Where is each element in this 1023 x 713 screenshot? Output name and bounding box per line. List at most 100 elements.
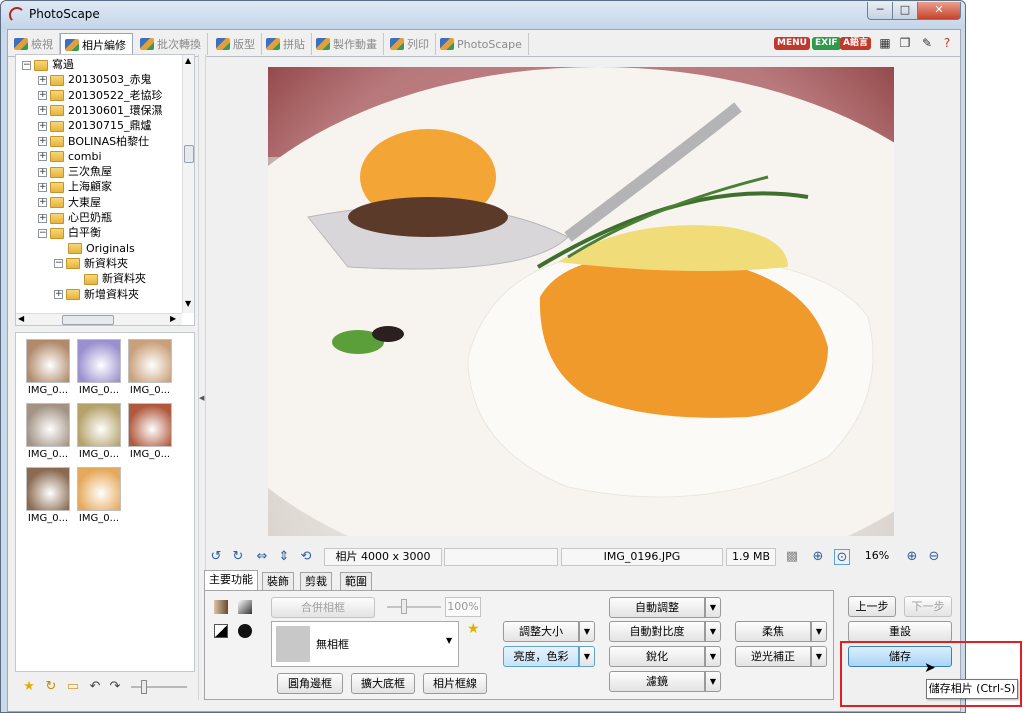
minimize-button[interactable]: ─ bbox=[867, 2, 893, 20]
actual-size-icon[interactable]: ⊕ bbox=[810, 549, 826, 565]
expand-icon[interactable]: + bbox=[38, 75, 47, 85]
tree-item[interactable]: +20130715_鼎爐 bbox=[38, 118, 152, 133]
scroll-down-icon[interactable]: ▼ bbox=[185, 299, 191, 308]
auto-contrast-button[interactable]: 自動對比度 bbox=[609, 621, 705, 642]
collapse-icon[interactable]: − bbox=[38, 228, 47, 238]
expand-icon[interactable]: + bbox=[38, 152, 47, 162]
rotate-right-icon[interactable]: ↻ bbox=[230, 549, 246, 565]
scroll-up-icon[interactable]: ▲ bbox=[185, 56, 191, 65]
tab-viewer[interactable]: 檢視 bbox=[10, 33, 60, 55]
tab-combine[interactable]: 拼貼 bbox=[262, 33, 312, 55]
thumbnail-item[interactable]: IMG_0... bbox=[75, 337, 123, 399]
tree-item[interactable]: + BOLINAS柏黎仕 bbox=[38, 134, 149, 149]
tab-print[interactable]: 列印 bbox=[386, 33, 436, 55]
fit-window-icon[interactable]: ⊙ bbox=[834, 549, 850, 565]
zoom-in-icon[interactable]: ⊕ bbox=[904, 549, 920, 565]
tab-main-functions[interactable]: 主要功能 bbox=[204, 570, 258, 591]
expand-canvas-button[interactable]: 擴大底框 bbox=[351, 673, 415, 694]
photo-preview[interactable] bbox=[268, 67, 894, 536]
thumbnail-item[interactable]: IMG_0... bbox=[75, 465, 123, 527]
rotate-left-icon[interactable]: ↺ bbox=[208, 549, 224, 565]
frame-dropdown-arrow-icon[interactable]: ▼ bbox=[446, 636, 452, 645]
tab-page[interactable]: 版型 bbox=[212, 33, 262, 55]
expand-icon[interactable]: + bbox=[38, 182, 47, 192]
scroll-left-icon[interactable]: ◀ bbox=[18, 314, 24, 323]
tree-item[interactable]: − 寫過 bbox=[22, 57, 74, 72]
flip-vertical-icon[interactable]: ⇕ bbox=[276, 549, 292, 565]
expand-icon[interactable]: + bbox=[38, 91, 47, 101]
scroll-right-icon[interactable]: ▶ bbox=[170, 314, 176, 323]
star-icon[interactable]: ★ bbox=[21, 679, 37, 695]
backlight-button[interactable]: 逆光補正 bbox=[735, 646, 811, 667]
tree-item[interactable]: − 白平衡 bbox=[38, 225, 101, 240]
merge-frame-button[interactable]: 合併相框 bbox=[271, 597, 375, 618]
zoom-out-icon[interactable]: ⊖ bbox=[926, 549, 942, 565]
tab-region[interactable]: 範圍 bbox=[340, 572, 372, 591]
expand-icon[interactable]: + bbox=[38, 121, 47, 131]
tab-batch[interactable]: 批次轉換 bbox=[136, 33, 208, 55]
thumbnail-item[interactable]: IMG_0... bbox=[75, 401, 123, 463]
forward-arrow-icon[interactable]: ↷ bbox=[107, 679, 123, 695]
soften-button[interactable]: 柔焦 bbox=[735, 621, 811, 642]
thumbnail-item[interactable]: IMG_0... bbox=[24, 337, 72, 399]
frame-selector[interactable]: 無相框 ▼ bbox=[271, 621, 459, 667]
tree-horizontal-scrollbar[interactable]: ◀ ▶ bbox=[16, 313, 182, 325]
tree-item[interactable]: − 新資料夾 bbox=[54, 256, 128, 271]
frame-percent-field[interactable]: 100% bbox=[445, 597, 481, 617]
auto-level-button[interactable]: 自動調整 bbox=[609, 597, 705, 618]
title-bar[interactable]: PhotoScape ─ □ ✕ bbox=[1, 1, 965, 29]
thumbnail-item[interactable]: IMG_0... bbox=[126, 337, 174, 399]
tab-editor[interactable]: 相片編修 bbox=[60, 33, 133, 55]
tree-item[interactable]: + 上海顧家 bbox=[38, 179, 112, 194]
filter-dropdown-icon[interactable]: ▼ bbox=[705, 671, 721, 692]
close-button[interactable]: ✕ bbox=[917, 2, 961, 20]
photo-border-button[interactable]: 相片框線 bbox=[423, 673, 487, 694]
thumbnail-item[interactable]: IMG_0... bbox=[24, 465, 72, 527]
black-white-icon[interactable] bbox=[238, 624, 252, 638]
tab-photoscape[interactable]: PhotoScape bbox=[436, 33, 529, 55]
frame-slider-track[interactable] bbox=[387, 606, 441, 608]
language-badge[interactable]: A語言 bbox=[840, 37, 871, 50]
brightness-color-button[interactable]: 亮度，色彩 bbox=[503, 646, 579, 667]
favorite-star-icon[interactable]: ★ bbox=[467, 621, 480, 637]
straighten-icon[interactable]: ⟲ bbox=[298, 549, 314, 565]
tree-item[interactable]: + 大東屋 bbox=[38, 195, 101, 210]
expand-icon[interactable]: + bbox=[38, 137, 47, 146]
auto-level-dropdown-icon[interactable]: ▼ bbox=[705, 597, 721, 618]
expand-icon[interactable]: + bbox=[38, 106, 47, 116]
tree-item[interactable]: +20130503_赤鬼 bbox=[38, 72, 152, 87]
expand-icon[interactable]: + bbox=[54, 290, 63, 299]
refresh-icon[interactable]: ↻ bbox=[43, 679, 59, 695]
checkerboard-icon[interactable]: ▩ bbox=[784, 549, 800, 565]
contrast-icon[interactable] bbox=[214, 624, 228, 638]
gradient-icon[interactable] bbox=[238, 600, 252, 614]
flip-horizontal-icon[interactable]: ⇔ bbox=[254, 549, 270, 565]
tree-item[interactable]: Originals bbox=[54, 241, 135, 256]
soften-dropdown-icon[interactable]: ▼ bbox=[811, 621, 827, 642]
tone-icon[interactable] bbox=[214, 600, 228, 614]
back-arrow-icon[interactable]: ↶ bbox=[87, 679, 103, 695]
tab-animation[interactable]: 製作動畫 bbox=[312, 33, 384, 55]
filter-button[interactable]: 濾鏡 bbox=[609, 671, 705, 692]
undo-button[interactable]: 上一步 bbox=[848, 596, 896, 617]
collapse-arrow-icon[interactable]: ◀ bbox=[199, 394, 204, 402]
thumb-size-slider-track[interactable] bbox=[131, 686, 187, 688]
auto-contrast-dropdown-icon[interactable]: ▼ bbox=[705, 621, 721, 642]
sharpen-dropdown-icon[interactable]: ▼ bbox=[705, 646, 721, 667]
expand-icon[interactable]: + bbox=[38, 213, 47, 223]
tree-item[interactable]: + 心巴奶瓶 bbox=[38, 210, 112, 225]
tree-item[interactable]: +20130522_老協珍 bbox=[38, 88, 163, 103]
tree-item[interactable]: + combi bbox=[38, 149, 102, 164]
tab-crop[interactable]: 剪裁 bbox=[300, 572, 332, 591]
tab-decorate[interactable]: 裝飾 bbox=[262, 572, 294, 591]
expand-icon[interactable]: + bbox=[38, 167, 47, 177]
tools-icon[interactable]: ✎ bbox=[920, 36, 934, 50]
exif-badge[interactable]: EXIF bbox=[812, 37, 841, 50]
thumbnail-item[interactable]: IMG_0... bbox=[24, 401, 72, 463]
film-icon[interactable]: ▦ bbox=[878, 36, 892, 50]
tree-item[interactable]: + 新增資料夾 bbox=[54, 287, 139, 302]
backlight-dropdown-icon[interactable]: ▼ bbox=[811, 646, 827, 667]
resize-button[interactable]: 調整大小 bbox=[503, 621, 579, 642]
collapse-icon[interactable]: − bbox=[54, 259, 63, 269]
thumb-size-slider-handle[interactable] bbox=[141, 680, 147, 694]
